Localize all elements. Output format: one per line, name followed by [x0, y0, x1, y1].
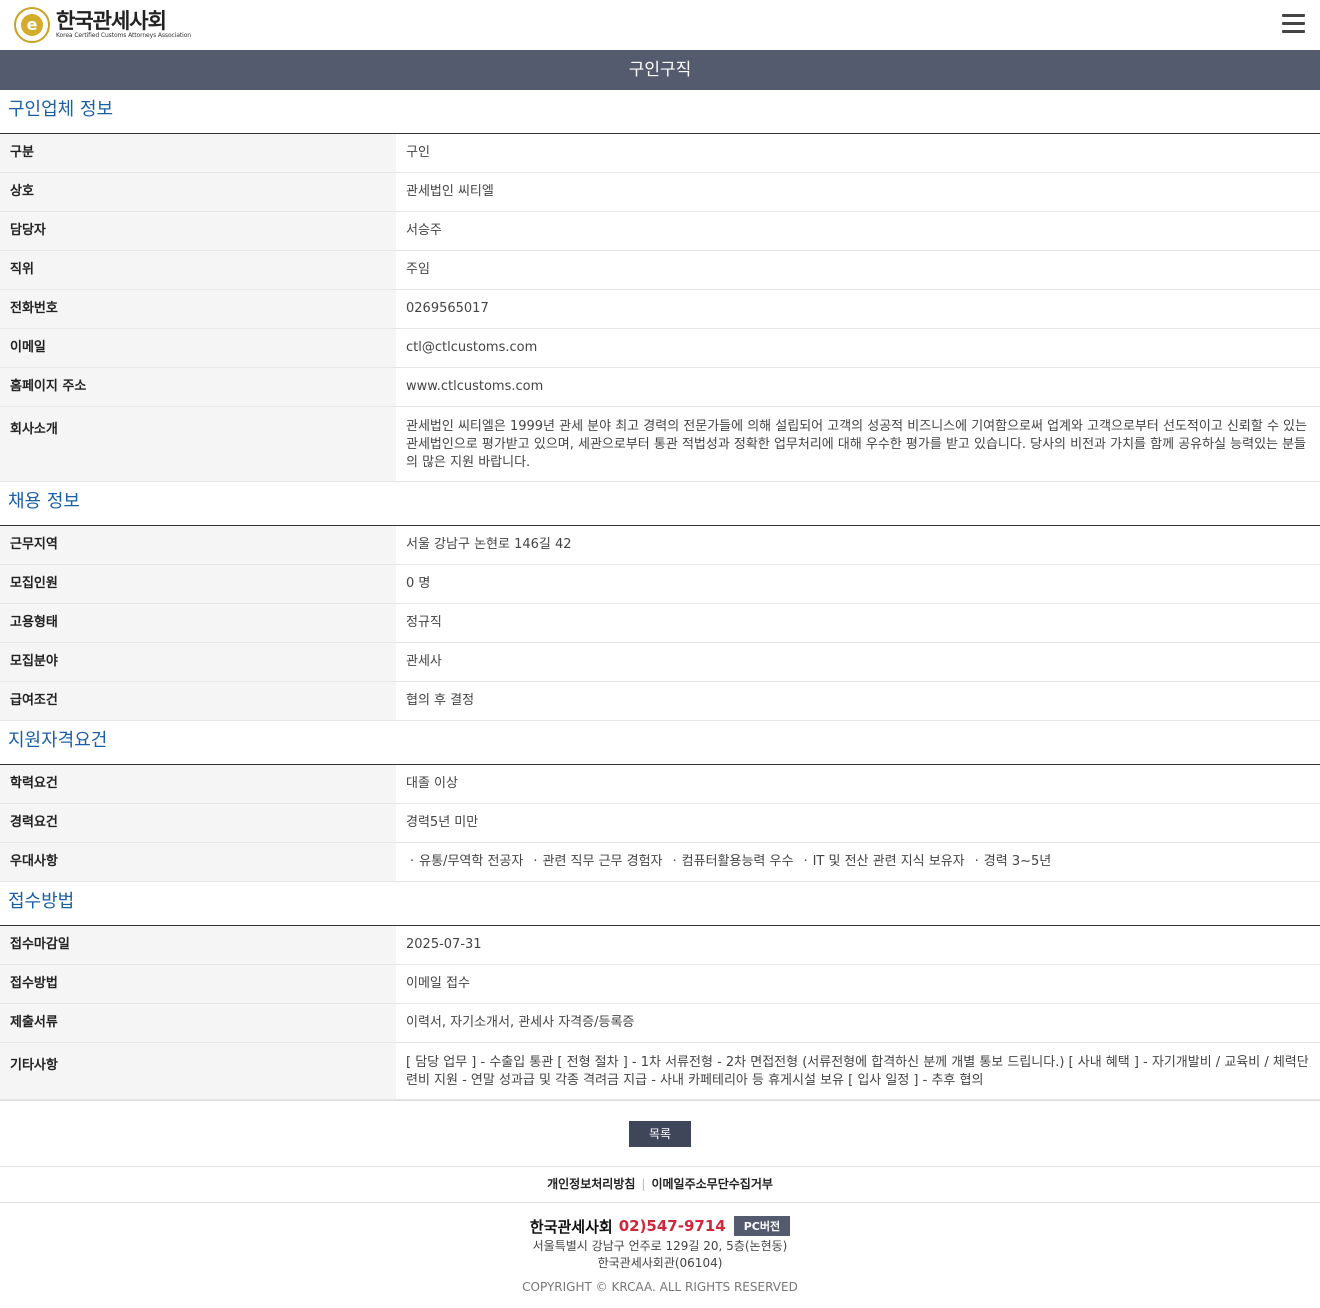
preference-item: 경력 3~5년 — [971, 854, 1052, 869]
table-row: 경력요건 경력5년 미만 — [0, 804, 1320, 843]
other-notes-value: [ 담당 업무 ] - 수출입 통관 [ 전형 절차 ] - 1차 서류전형 -… — [406, 1055, 1309, 1088]
footer-address-line2: 한국관세사회관(06104) — [597, 1256, 723, 1270]
row-value: 협의 후 결정 — [406, 693, 475, 708]
table-row: 급여조건 협의 후 결정 — [0, 682, 1320, 721]
privacy-policy-link[interactable]: 개인정보처리방침 — [547, 1177, 635, 1191]
section-title-company: 구인업체 정보 — [0, 90, 1320, 134]
row-value: 경력5년 미만 — [406, 815, 479, 830]
row-label: 기타사항 — [0, 1043, 396, 1099]
logo-korean-name: 한국관세사회 — [56, 9, 167, 33]
section-title-recruit: 채용 정보 — [0, 482, 1320, 526]
preference-item: 관련 직무 근무 경험자 — [529, 854, 662, 869]
row-value: 관세사 — [406, 654, 442, 669]
row-label: 급여조건 — [0, 682, 396, 720]
row-label: 전화번호 — [0, 290, 396, 328]
row-label: 경력요건 — [0, 804, 396, 842]
table-row: 직위 주임 — [0, 251, 1320, 290]
row-label: 모집분야 — [0, 643, 396, 681]
row-label: 담당자 — [0, 212, 396, 250]
row-value: 주임 — [406, 262, 430, 277]
row-label: 홈페이지 주소 — [0, 368, 396, 406]
table-row: 구분 구인 — [0, 134, 1320, 173]
table-row: 접수방법 이메일 접수 — [0, 965, 1320, 1004]
top-bar: e 한국관세사회 Korea Certified Customs Attorne… — [0, 0, 1320, 50]
row-value: 서울 강남구 논현로 146길 42 — [406, 537, 572, 552]
row-value: 이력서, 자기소개서, 관세사 자격증/등록증 — [406, 1015, 635, 1030]
table-row: 담당자 서승주 — [0, 212, 1320, 251]
recruit-info-table: 근무지역 서울 강남구 논현로 146길 42 모집인원 0 명 고용형태 정규직 모… — [0, 526, 1320, 721]
qualification-table: 학력요건 대졸 이상 경력요건 경력5년 미만 우대사항 유통/무역학 전공자 관련 … — [0, 765, 1320, 882]
apply-info-table: 접수마감일 2025-07-31 접수방법 이메일 접수 제출서류 이력서, 자기소개… — [0, 926, 1320, 1100]
row-value: 0 명 — [406, 576, 431, 591]
preference-item: 컴퓨터활용능력 우수 — [669, 854, 794, 869]
row-value: 대졸 이상 — [406, 776, 458, 791]
footer-links: 개인정보처리방침 | 이메일주소무단수집거부 — [0, 1166, 1320, 1203]
row-label: 모집인원 — [0, 565, 396, 603]
row-label: 고용형태 — [0, 604, 396, 642]
table-row: 회사소개 관세법인 씨티엘은 1999년 관세 분야 최고 경력의 전문가들에 의… — [0, 407, 1320, 482]
row-label: 제출서류 — [0, 1004, 396, 1042]
deadline-value: 2025-07-31 — [406, 937, 482, 952]
phone-value: 0269565017 — [406, 301, 489, 316]
table-row: 기타사항 [ 담당 업무 ] - 수출입 통관 [ 전형 절차 ] - 1차 서류… — [0, 1043, 1320, 1100]
link-separator: | — [641, 1177, 646, 1191]
footer-org-name: 한국관세사회 — [529, 1217, 613, 1236]
section-title-qualification: 지원자격요건 — [0, 721, 1320, 765]
table-row: 홈페이지 주소 www.ctlcustoms.com — [0, 368, 1320, 407]
table-row: 상호 관세법인 씨티엘 — [0, 173, 1320, 212]
section-title-apply: 접수방법 — [0, 882, 1320, 926]
logo-english-name: Korea Certified Customs Attorneys Associ… — [56, 32, 191, 39]
footer-phone: 02)547-9714 — [618, 1217, 726, 1235]
preference-item: IT 및 전산 관련 지식 보유자 — [799, 854, 964, 869]
homepage-value: www.ctlcustoms.com — [406, 379, 544, 394]
preference-item: 유통/무역학 전공자 — [406, 854, 523, 869]
row-label: 직위 — [0, 251, 396, 289]
row-value: 구인 — [406, 145, 430, 160]
table-row: 제출서류 이력서, 자기소개서, 관세사 자격증/등록증 — [0, 1004, 1320, 1043]
table-row: 모집인원 0 명 — [0, 565, 1320, 604]
table-row: 학력요건 대졸 이상 — [0, 765, 1320, 804]
row-label: 구분 — [0, 134, 396, 172]
row-value: 이메일 접수 — [406, 976, 470, 991]
pc-version-button[interactable]: PC버전 — [733, 1216, 791, 1236]
table-row: 고용형태 정규직 — [0, 604, 1320, 643]
table-row: 모집분야 관세사 — [0, 643, 1320, 682]
row-value: 서승주 — [406, 223, 442, 238]
page-title: 구인구직 — [0, 50, 1320, 90]
row-label: 회사소개 — [0, 407, 396, 481]
footer-copyright: COPYRIGHT © KRCAA. ALL RIGHTS RESERVED — [522, 1280, 798, 1294]
table-row: 전화번호 0269565017 — [0, 290, 1320, 329]
row-value: 정규직 — [406, 615, 442, 630]
table-row: 근무지역 서울 강남구 논현로 146길 42 — [0, 526, 1320, 565]
row-label: 상호 — [0, 173, 396, 211]
footer-info: 한국관세사회 02)547-9714 PC버전 서울특별시 강남구 언주로 12… — [0, 1203, 1320, 1294]
logo-emblem-icon: e — [14, 7, 50, 43]
preferences-value: 유통/무역학 전공자 관련 직무 근무 경험자 컴퓨터활용능력 우수 IT 및 전산 … — [396, 843, 1320, 881]
company-info-table: 구분 구인 상호 관세법인 씨티엘 담당자 서승주 직위 주임 전화번호 02695650… — [0, 134, 1320, 482]
row-label: 접수방법 — [0, 965, 396, 1003]
logo[interactable]: e 한국관세사회 Korea Certified Customs Attorne… — [14, 7, 191, 43]
row-label: 접수마감일 — [0, 926, 396, 964]
email-refuse-link[interactable]: 이메일주소무단수집거부 — [651, 1177, 772, 1191]
row-label: 근무지역 — [0, 526, 396, 564]
table-row: 접수마감일 2025-07-31 — [0, 926, 1320, 965]
list-button[interactable]: 목록 — [629, 1121, 691, 1147]
row-label: 이메일 — [0, 329, 396, 367]
menu-hamburger-icon[interactable] — [1282, 14, 1305, 33]
row-value: 관세법인 씨티엘 — [406, 184, 494, 199]
footer-address-line1: 서울특별시 강남구 언주로 129길 20, 5층(논현동) — [532, 1239, 788, 1253]
row-label: 우대사항 — [0, 843, 396, 881]
table-row: 이메일 ctl@ctlcustoms.com — [0, 329, 1320, 368]
row-label: 학력요건 — [0, 765, 396, 803]
table-row: 우대사항 유통/무역학 전공자 관련 직무 근무 경험자 컴퓨터활용능력 우수 IT … — [0, 843, 1320, 882]
company-intro-value: 관세법인 씨티엘은 1999년 관세 분야 최고 경력의 전문가들에 의해 설립… — [406, 419, 1307, 470]
email-value: ctl@ctlcustoms.com — [406, 340, 538, 355]
button-area: 목록 — [0, 1100, 1320, 1166]
